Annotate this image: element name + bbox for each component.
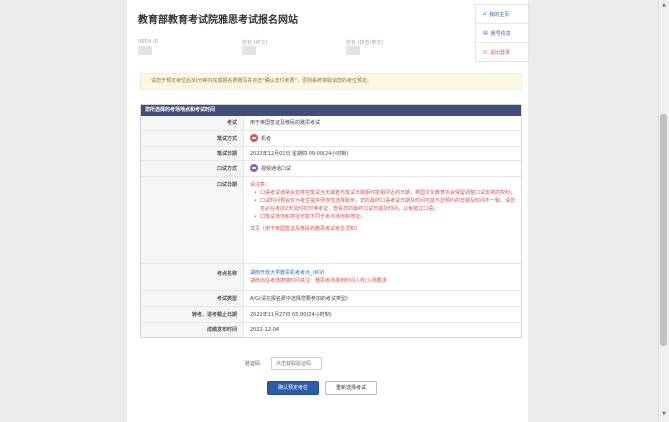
written-mode-text: 机考	[261, 136, 272, 142]
oral-mode-label: 口试方式	[141, 161, 244, 176]
row-test-type: 考试类型 A/G(请在报名费中选择您要参加的考试类型)	[141, 290, 521, 306]
written-mode-label: 笔试方式	[141, 131, 244, 146]
nav-home-label: 我的主页	[489, 11, 510, 18]
row-written-mode: 笔试方式 机考	[141, 130, 521, 146]
result-date-value: 2022-12-04	[250, 327, 280, 333]
exam-label: 考试	[141, 116, 244, 130]
venue-label: 考点名称	[141, 264, 244, 290]
reselect-exam-button[interactable]: 重新选择考试	[325, 381, 377, 395]
exam-value: 用于英国签证及移民的雅思考试	[250, 120, 321, 126]
venue-name-link[interactable]: 湖南开放大学雅思机考考点_UKVI	[250, 269, 517, 277]
scrollbar-thumb[interactable]	[660, 114, 667, 346]
captcha-input[interactable]	[271, 357, 322, 370]
row-deadline: 转考、退考截止日期 2022年11月27日 05:00(24小时制)	[141, 306, 521, 322]
oral-date-intro: 请注意：	[250, 182, 271, 188]
test-type-label: 考试类型	[141, 291, 244, 306]
nav-home[interactable]: ⌂ 我的主页	[476, 5, 528, 24]
neea-id-label: NEEA ID	[138, 39, 159, 45]
written-mode-value: 机考	[250, 131, 517, 147]
confirm-reservation-button[interactable]: 确认预定考位	[267, 381, 319, 395]
result-date-label: 成绩发布时间	[141, 323, 244, 337]
name-en-label: 姓名 (拼音/英文)	[346, 40, 384, 46]
computer-test-icon	[250, 133, 258, 142]
row-written-date: 笔试日期 2022年12月01日 星期四 09:00(24小时制)	[141, 146, 521, 160]
scroll-down-icon[interactable]: ▼	[662, 411, 666, 417]
nav-account-label: 账号信息	[490, 30, 511, 37]
oral-mode-value: 视频通话口试	[250, 161, 517, 177]
nav-logout[interactable]: ⏻ 退出登录	[476, 43, 528, 62]
row-result-date: 成绩发布时间 2022-12-04	[141, 322, 521, 337]
payment-notice: 请您于预定考位后30分钟内完成报名费缴写并点击"确认支付考费"，否则系统将取消您…	[140, 73, 522, 90]
home-icon: ⌂	[483, 11, 487, 17]
written-date-label: 笔试日期	[141, 147, 244, 160]
user-nav-menu: ⌂ 我的主页 ▤ 账号信息 ⏻ 退出登录	[475, 4, 529, 62]
name-cn-value-redacted	[242, 46, 256, 55]
oral-date-notes: 口语考试通常会安排在笔试当天或者与笔试日期相可能相邻近的日期，英国文化教育协会保…	[250, 189, 515, 221]
oral-date-label: 口试日期	[141, 177, 244, 263]
candidate-notice-link[interactable]: 详见《用于英国签证及移民的雅思考试考生须知》	[250, 225, 515, 233]
name-cn-label: 姓名 (中文)	[242, 40, 268, 46]
exam-selection-panel: 您所选择的考场地点和考试时间 考试 用于英国签证及移民的雅思考试 笔试方式 机考…	[140, 104, 522, 338]
oral-note-item: 口笔试场地和地址可能不同于考点场地和地址；	[254, 213, 515, 221]
deadline-label: 转考、退考截止日期	[141, 307, 244, 322]
neea-id-value-redacted	[138, 46, 152, 55]
logout-icon: ⏻	[483, 49, 487, 56]
venue-note[interactable]: 湖南出在考场按楼时间关注：雅思考场报到时间入校/入场要求	[250, 277, 517, 285]
nav-logout-label: 退出登录	[489, 50, 510, 56]
scroll-up-icon[interactable]: ▲	[662, 2, 666, 8]
row-oral-date: 口试日期 请注意： 口语考试通常会安排在笔试当天或者与笔试日期相可能相邻近的日期…	[141, 176, 521, 263]
row-oral-mode: 口试方式 视频通话口试	[141, 160, 521, 176]
row-exam: 考试 用于英国签证及移民的雅思考试	[141, 116, 521, 130]
captcha-label: 验证码	[245, 361, 261, 367]
test-type-value: A/G(请在报名费中选择您要参加的考试类型)	[250, 296, 348, 302]
nav-account[interactable]: ▤ 账号信息	[476, 24, 528, 43]
oral-note-item: 口语考试通常会安排在笔试当天或者与笔试日期相可能相邻近的日期，英国文化教育协会保…	[254, 189, 515, 197]
video-call-icon	[250, 163, 258, 172]
row-venue: 考点名称 湖南开放大学雅思机考考点_UKVI 湖南出在考场按楼时间关注：雅思考场…	[141, 263, 521, 290]
name-en-value-redacted	[346, 46, 360, 55]
site-title: 教育部教育考试院雅思考试报名网站	[138, 15, 298, 26]
written-date-value: 2022年12月01日 星期四 09:00(24小时制)	[250, 151, 349, 157]
deadline-value: 2022年11月27日 05:00(24小时制)	[250, 312, 332, 318]
oral-mode-text: 视频通话口试	[261, 166, 292, 172]
panel-title: 您所选择的考场地点和考试时间	[141, 105, 521, 116]
venue-value: 湖南开放大学雅思机考考点_UKVI 湖南出在考场按楼时间关注：雅思考场报到时间入…	[250, 269, 517, 285]
oral-note-item: 口试时间预会仅为考生提供便寺性选择服务，您的最终口语考试日期及时间可能与您预约的…	[254, 197, 515, 213]
id-card-icon: ▤	[483, 30, 488, 36]
